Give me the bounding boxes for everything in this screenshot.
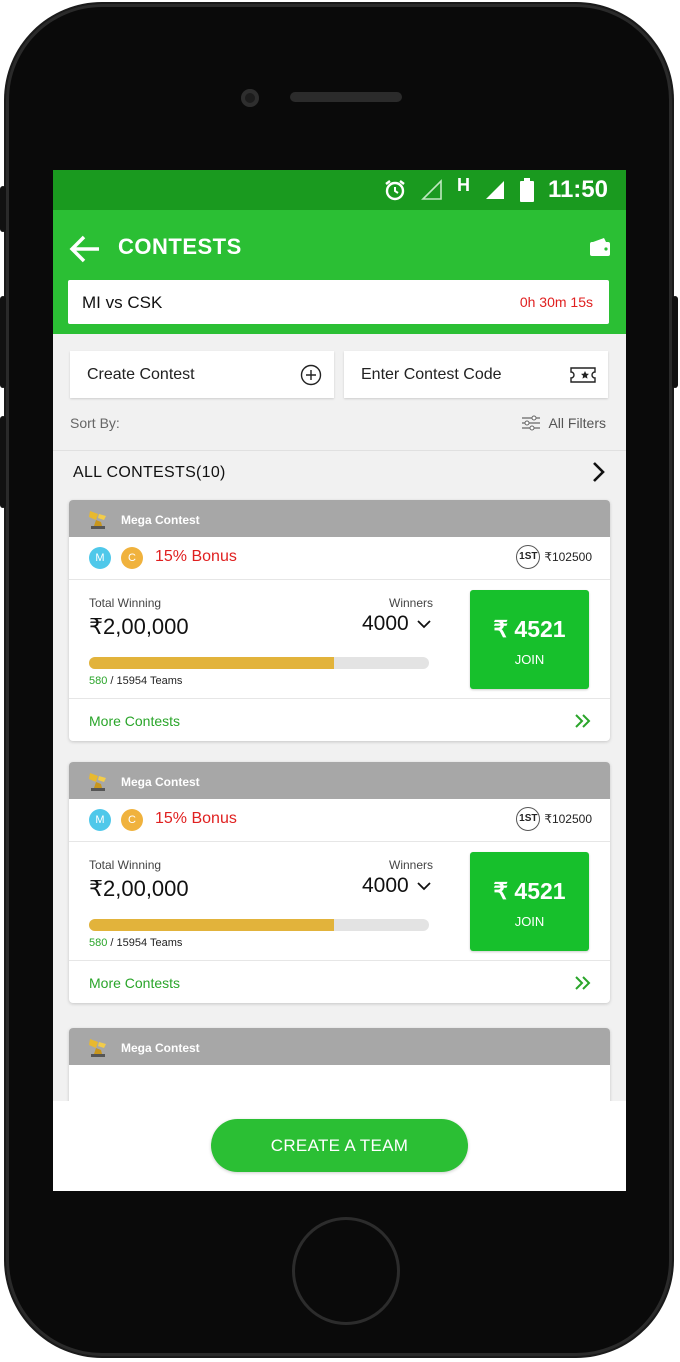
all-contests-row[interactable]: ALL CONTESTS(10) — [53, 450, 626, 493]
multi-entry-badge: M — [89, 547, 111, 569]
teams-progress-bar — [89, 657, 429, 669]
more-contests-link[interactable]: More Contests — [69, 961, 610, 1003]
winners-label: Winners — [389, 858, 434, 872]
arrow-left-icon[interactable] — [69, 234, 101, 264]
winners-dropdown[interactable]: 4000 — [362, 874, 431, 898]
clock: 11:50 — [547, 176, 608, 203]
first-prize-amount: ₹102500 — [544, 550, 592, 564]
contest-details: Total Winning ₹2,00,000 Winners 4000 580… — [69, 580, 610, 699]
entry-fee: ₹ 4521 — [493, 616, 566, 642]
power-button — [672, 296, 678, 388]
volume-up-button — [0, 296, 6, 388]
winners-value: 4000 — [362, 612, 409, 635]
contest-title: Mega Contest — [121, 513, 200, 527]
plus-circle-icon — [300, 364, 322, 386]
more-contests-label: More Contests — [89, 975, 181, 991]
more-contests-label: More Contests — [89, 713, 181, 729]
ticket-icon — [570, 367, 596, 383]
network-type: H — [456, 174, 470, 195]
progress-fill — [89, 919, 334, 931]
chevron-down-icon — [417, 882, 431, 891]
teams-progress-bar — [89, 919, 429, 931]
signal-full-icon — [485, 181, 504, 199]
winners-label: Winners — [389, 596, 434, 610]
chevron-right-icon — [593, 462, 605, 482]
enter-contest-code-button[interactable]: Enter Contest Code — [344, 351, 608, 398]
confirmed-badge: C — [121, 547, 143, 569]
multi-entry-badge: M — [89, 809, 111, 831]
all-filters-button[interactable]: All Filters — [522, 415, 606, 431]
volume-down-button — [0, 416, 6, 508]
match-name: MI vs CSK — [82, 293, 163, 312]
create-contest-label: Create Contest — [87, 366, 195, 383]
app-screen: H 11:50 CONTESTS MI vs CSK 0h 30m 15s Cr… — [53, 170, 626, 1191]
teams-count: 580 / 15954 Teams — [89, 937, 182, 949]
total-winning-value: ₹2,00,000 — [89, 876, 189, 901]
speaker-grille — [290, 92, 402, 102]
page-title: CONTESTS — [118, 234, 242, 259]
double-chevron-right-icon — [575, 714, 591, 728]
first-prize-badge: 1ST — [516, 807, 541, 831]
total-winning-value: ₹2,00,000 — [89, 614, 189, 639]
sort-by-label: Sort By: — [70, 415, 120, 431]
first-prize-amount: ₹102500 — [544, 812, 592, 826]
battery-icon — [519, 178, 534, 202]
total-winning-label: Total Winning — [89, 596, 162, 610]
join-label: JOIN — [514, 914, 545, 929]
double-chevron-right-icon — [575, 976, 591, 990]
teams-total: / 15954 Teams — [110, 675, 183, 687]
join-button[interactable]: ₹ 4521 JOIN — [470, 590, 589, 689]
all-contests-label: ALL CONTESTS(10) — [73, 464, 226, 481]
contest-card-header: Mega Contest — [69, 1028, 610, 1065]
mute-switch — [0, 186, 6, 232]
teams-count: 580 / 15954 Teams — [89, 675, 182, 687]
join-label: JOIN — [514, 652, 545, 667]
contest-card-header: Mega Contest — [69, 762, 610, 799]
joined-count: 580 — [89, 937, 108, 949]
contest-details: Total Winning ₹2,00,000 Winners 4000 580… — [69, 842, 610, 961]
trophy-icon — [89, 773, 106, 791]
more-contests-link[interactable]: More Contests — [69, 699, 610, 741]
contest-card-header: Mega Contest — [69, 500, 610, 537]
contest-card: Mega Contest M C 15% Bonus 1ST ₹102500 T… — [69, 500, 610, 741]
trophy-icon — [89, 511, 106, 529]
first-prize: 1ST ₹102500 — [516, 545, 592, 569]
contest-title: Mega Contest — [121, 775, 200, 789]
contest-title: Mega Contest — [121, 1041, 200, 1055]
first-prize-badge: 1ST — [516, 545, 541, 569]
wallet-icon[interactable] — [590, 238, 610, 256]
create-team-button[interactable]: CREATE A TEAM — [211, 1119, 468, 1172]
entry-fee: ₹ 4521 — [493, 878, 566, 904]
front-camera — [241, 89, 259, 107]
join-button[interactable]: ₹ 4521 JOIN — [470, 852, 589, 951]
bottom-bar: CREATE A TEAM — [53, 1101, 626, 1191]
match-header: MI vs CSK 0h 30m 15s — [68, 280, 609, 324]
contest-card: Mega Contest M C 15% Bonus 1ST ₹102500 T… — [69, 762, 610, 1003]
filter-sliders-icon — [522, 415, 541, 431]
bonus-label: 15% Bonus — [155, 810, 237, 827]
progress-fill — [89, 657, 334, 669]
chevron-down-icon — [417, 620, 431, 629]
joined-count: 580 — [89, 675, 108, 687]
trophy-icon — [89, 1039, 106, 1057]
bonus-label: 15% Bonus — [155, 548, 237, 565]
status-bar: H 11:50 — [53, 170, 626, 210]
contest-tags-row: M C 15% Bonus 1ST ₹102500 — [69, 799, 610, 842]
home-button[interactable] — [292, 1217, 400, 1325]
first-prize: 1ST ₹102500 — [516, 807, 592, 831]
winners-value: 4000 — [362, 874, 409, 897]
contest-tags-row: M C 15% Bonus 1ST ₹102500 — [69, 537, 610, 580]
total-winning-label: Total Winning — [89, 858, 162, 872]
confirmed-badge: C — [121, 809, 143, 831]
match-timer: 0h 30m 15s — [519, 294, 593, 310]
alarm-icon — [385, 180, 405, 201]
all-filters-label: All Filters — [548, 415, 606, 431]
create-contest-button[interactable]: Create Contest — [70, 351, 334, 398]
teams-total: / 15954 Teams — [110, 937, 183, 949]
app-bar: CONTESTS MI vs CSK 0h 30m 15s — [53, 210, 626, 334]
winners-dropdown[interactable]: 4000 — [362, 612, 431, 636]
signal-empty-icon — [421, 179, 442, 200]
enter-code-label: Enter Contest Code — [361, 366, 502, 383]
